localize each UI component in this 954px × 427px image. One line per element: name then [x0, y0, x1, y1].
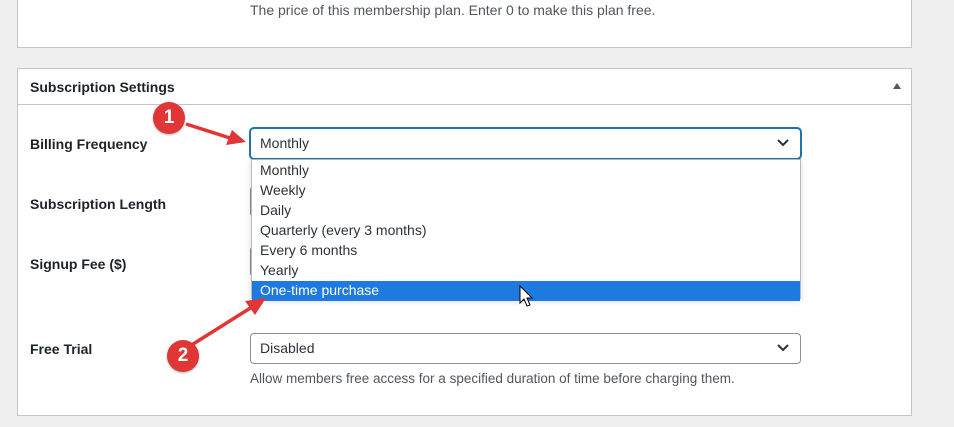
chevron-down-icon	[777, 139, 789, 147]
collapse-toggle-icon[interactable]	[893, 83, 901, 89]
dropdown-option-yearly[interactable]: Yearly	[252, 261, 800, 281]
free-trial-select[interactable]: Disabled	[250, 333, 801, 364]
panel-header[interactable]: Subscription Settings	[18, 69, 911, 105]
free-trial-help-text: Allow members free access for a specifie…	[250, 371, 735, 386]
price-help-text: The price of this membership plan. Enter…	[250, 2, 656, 18]
free-trial-value: Disabled	[260, 340, 315, 356]
dropdown-option-monthly[interactable]: Monthly	[252, 161, 800, 181]
dropdown-option-weekly[interactable]: Weekly	[252, 181, 800, 201]
free-trial-label: Free Trial	[30, 341, 93, 357]
price-section-panel: The price of this membership plan. Enter…	[17, 0, 912, 48]
annotation-badge-1: 1	[153, 102, 185, 134]
billing-frequency-dropdown: Monthly Weekly Daily Quarterly (every 3 …	[251, 159, 801, 301]
billing-frequency-value: Monthly	[260, 135, 310, 151]
subscription-length-label: Subscription Length	[30, 196, 167, 212]
chevron-down-icon	[777, 344, 789, 352]
dropdown-option-daily[interactable]: Daily	[252, 201, 800, 221]
dropdown-option-one-time-purchase[interactable]: One-time purchase	[252, 281, 800, 301]
dropdown-option-every-6-months[interactable]: Every 6 months	[252, 241, 800, 261]
annotation-badge-2: 2	[167, 340, 199, 372]
signup-fee-label: Signup Fee ($)	[30, 256, 127, 272]
panel-title: Subscription Settings	[30, 79, 175, 95]
billing-frequency-select[interactable]: Monthly	[250, 128, 801, 159]
billing-frequency-label: Billing Frequency	[30, 136, 148, 152]
dropdown-option-quarterly[interactable]: Quarterly (every 3 months)	[252, 221, 800, 241]
